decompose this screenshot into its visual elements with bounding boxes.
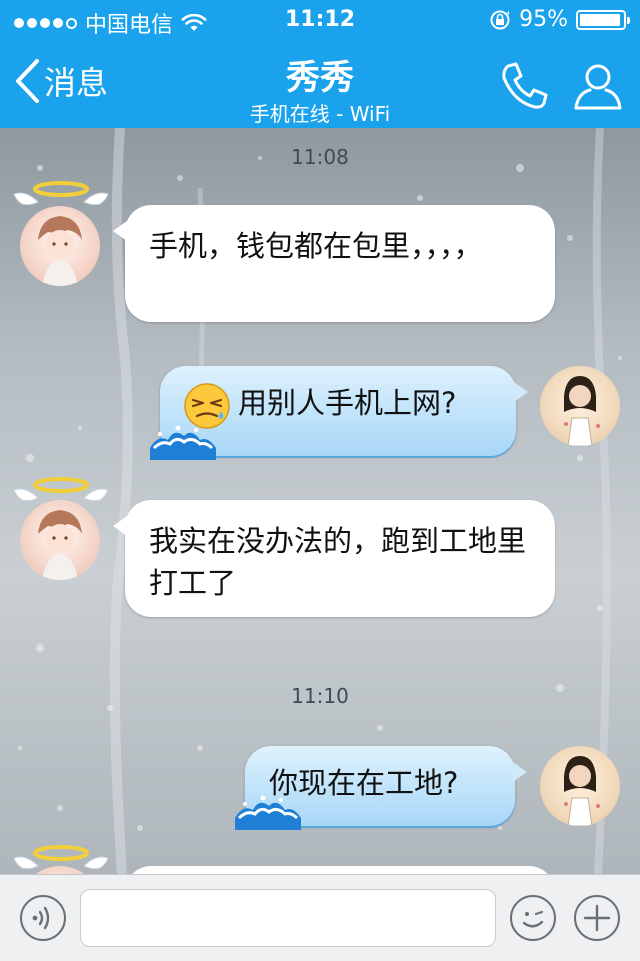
incoming-message[interactable]: 手机，钱包都在包里，，，， — [113, 205, 555, 322]
wave-decoration — [235, 795, 301, 830]
timestamp: 11:10 — [291, 684, 349, 708]
my-avatar[interactable] — [540, 746, 620, 826]
voice-icon — [32, 906, 50, 930]
chat-area[interactable]: 11:08 手机，钱包都在包里，，，， 用别人手机上网? 我实在没办法的，跑到工… — [0, 128, 640, 874]
friend-avatar[interactable] — [20, 500, 100, 580]
call-button[interactable] — [498, 60, 550, 112]
my-avatar[interactable] — [540, 366, 620, 446]
battery-icon — [576, 9, 630, 30]
input-bar — [0, 874, 640, 961]
profile-icon — [574, 64, 622, 110]
message-text: 我实在没办法的，跑到工地里打工了 — [149, 524, 527, 600]
rotation-lock-icon — [490, 10, 510, 29]
timestamp: 11:08 — [291, 145, 349, 169]
battery-percent: 95% — [519, 7, 568, 32]
emoji-button[interactable] — [510, 895, 556, 941]
wave-decoration — [150, 425, 216, 460]
nav-bar: 消息 秀秀 手机在线 - WiFi — [0, 40, 640, 128]
profile-button[interactable] — [572, 60, 624, 112]
friend-avatar[interactable] — [20, 206, 100, 286]
message-text: 用别人手机上网? — [238, 386, 457, 420]
message-text: 手机，钱包都在包里，，，， — [149, 229, 483, 263]
incoming-message[interactable]: 我实在没办法的，跑到工地里打工了 — [113, 500, 555, 617]
incoming-message[interactable] — [125, 866, 555, 874]
phone-icon — [502, 62, 548, 109]
plus-button[interactable] — [574, 895, 620, 941]
status-bar: 中国电信 11:12 95% — [0, 0, 640, 40]
plus-icon — [583, 904, 611, 932]
voice-button[interactable] — [20, 895, 66, 941]
message-input[interactable] — [80, 889, 496, 947]
emoji-icon — [522, 910, 544, 928]
